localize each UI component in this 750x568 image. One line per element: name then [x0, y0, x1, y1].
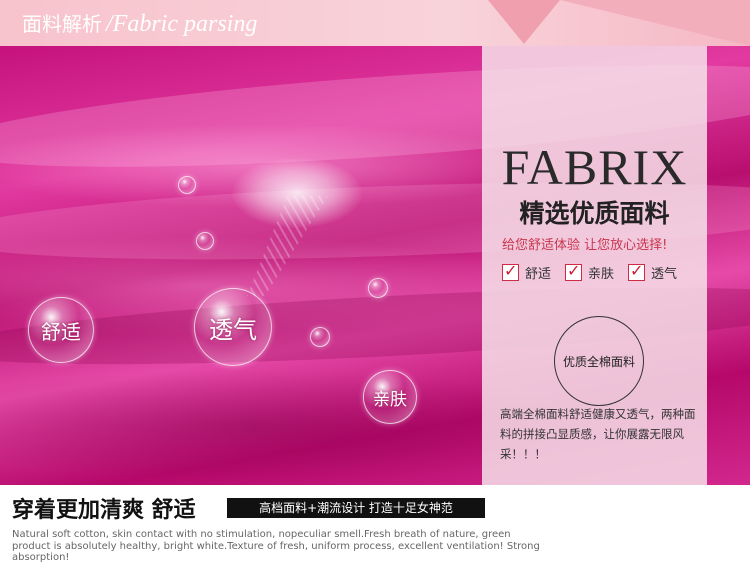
- bottom-tagline: 高档面料+潮流设计 打造十足女神范: [227, 498, 485, 518]
- panel-subtitle: 精选优质面料: [519, 199, 670, 228]
- check-item-label: 透气: [651, 267, 678, 282]
- checkmark-icon: [502, 261, 519, 281]
- section-title-en: /Fabric parsing: [106, 11, 258, 37]
- check-item-label: 亲肤: [588, 267, 615, 282]
- check-item: 亲肤: [565, 261, 615, 282]
- feature-panel: FABRIX 精选优质面料 给您舒适体验 让您放心选择! 舒适 亲肤 透气 优质…: [482, 46, 707, 485]
- feature-checklist: 舒适 亲肤 透气: [502, 261, 678, 282]
- bubble-breathable-label: 透气: [209, 315, 257, 344]
- header-decoration: [488, 0, 560, 44]
- small-bubble: [178, 176, 196, 194]
- bottom-english-description: Natural soft cotton, skin contact with n…: [12, 529, 540, 563]
- check-item: 舒适: [502, 261, 552, 282]
- bubble-breathable: 透气: [194, 288, 272, 366]
- checkmark-icon: [565, 261, 583, 281]
- header-decoration: [560, 0, 750, 46]
- panel-description: 高端全棉面料舒适健康又透气，两种面料的拼接凸显质感，让你展露无限风采！！！: [500, 407, 696, 461]
- check-item: 透气: [628, 261, 678, 282]
- brand-logo: FABRIX: [501, 139, 688, 195]
- cotton-badge-label: 优质全棉面料: [562, 354, 635, 369]
- small-bubble: [196, 232, 214, 250]
- bubble-skin-friendly: 亲肤: [363, 370, 417, 424]
- section-title-cn: 面料解析: [22, 12, 102, 36]
- small-bubble: [310, 327, 330, 347]
- bubble-comfort: 舒适: [28, 297, 94, 363]
- checkmark-icon: [628, 261, 646, 281]
- bubble-comfort-label: 舒适: [41, 319, 81, 344]
- cotton-badge: 优质全棉面料: [554, 316, 644, 406]
- bubble-skin-friendly-label: 亲肤: [373, 389, 407, 410]
- section-title: 面料解析/Fabric parsing: [22, 8, 257, 38]
- section-header: 面料解析/Fabric parsing: [0, 0, 750, 46]
- small-bubble: [368, 278, 388, 298]
- check-item-label: 舒适: [525, 267, 552, 282]
- panel-slogan: 给您舒适体验 让您放心选择!: [502, 238, 668, 253]
- bottom-title: 穿着更加清爽 舒适: [12, 498, 196, 523]
